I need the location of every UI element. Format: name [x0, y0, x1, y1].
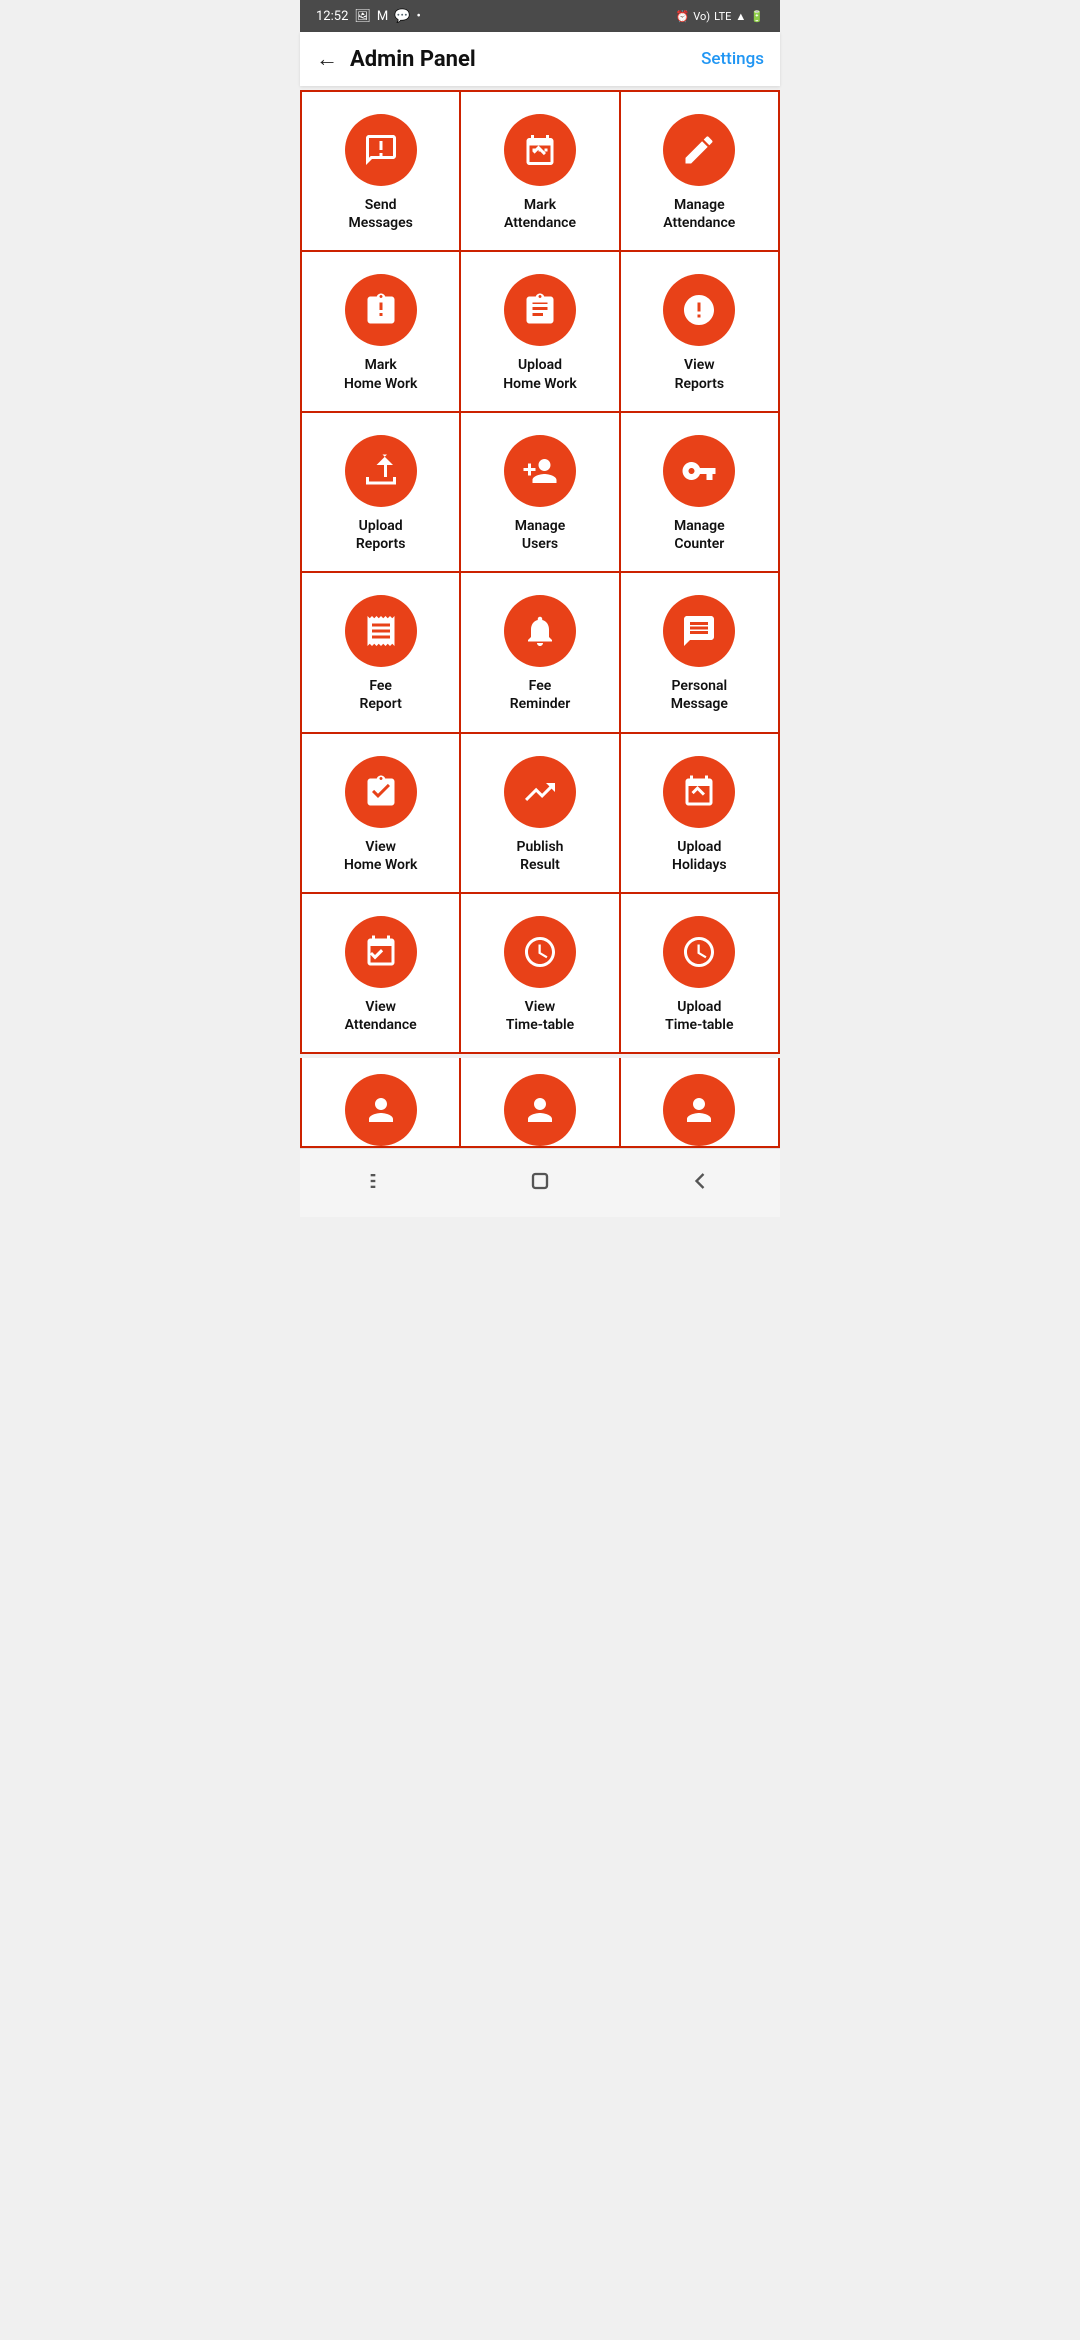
calendar-tick-icon	[345, 916, 417, 988]
grid-item-label-view-homework: View Home Work	[344, 838, 417, 874]
grid-item-label-send-messages: Send Messages	[348, 196, 412, 232]
vol-icon: Vo)	[693, 10, 710, 23]
grid-item-label-upload-homework: Upload Home Work	[503, 356, 576, 392]
pencil-icon	[663, 114, 735, 186]
chat-lines-icon	[663, 595, 735, 667]
clipboard-exclaim-icon	[345, 274, 417, 346]
partial-item-partial-2[interactable]	[461, 1058, 620, 1148]
clock-icon	[504, 916, 576, 988]
grid-item-fee-report[interactable]: Fee Report	[302, 573, 461, 733]
grid-item-mark-attendance[interactable]: Mark Attendance	[461, 92, 620, 252]
mail-icon: M	[377, 9, 388, 24]
grid-item-label-mark-attendance: Mark Attendance	[504, 196, 576, 232]
partial-item-partial-3[interactable]	[621, 1058, 780, 1148]
grid-item-view-attendance[interactable]: View Attendance	[302, 894, 461, 1054]
receipt-icon	[345, 595, 417, 667]
bell-icon	[504, 595, 576, 667]
header: ← Admin Panel Settings	[300, 32, 780, 86]
grid-item-label-upload-holidays: Upload Holidays	[672, 838, 727, 874]
grid-item-upload-holidays[interactable]: Upload Holidays	[621, 734, 780, 894]
add-person-icon	[504, 435, 576, 507]
gallery-icon: 🖼	[354, 9, 371, 24]
grid-item-label-mark-homework: Mark Home Work	[344, 356, 417, 392]
nav-home-button[interactable]	[518, 1159, 562, 1203]
grid-item-upload-reports[interactable]: Upload Reports	[302, 413, 461, 573]
grid-item-view-reports[interactable]: View Reports	[621, 252, 780, 412]
grid-item-label-fee-reminder: Fee Reminder	[510, 677, 571, 713]
alarm-icon: ⏰	[676, 10, 690, 23]
signal-icon: ▲	[735, 10, 746, 23]
key-icon	[663, 435, 735, 507]
grid-item-manage-users[interactable]: Manage Users	[461, 413, 620, 573]
grid-item-label-fee-report: Fee Report	[360, 677, 402, 713]
grid-item-label-personal-message: Personal Message	[671, 677, 728, 713]
status-right: ⏰ Vo) LTE ▲ 🔋	[676, 10, 764, 23]
grid-item-label-upload-timetable: Upload Time-table	[665, 998, 733, 1034]
status-left: 12:52 🖼 M 💬 •	[316, 9, 421, 24]
grid-item-label-manage-users: Manage Users	[515, 517, 566, 553]
grid-item-manage-attendance[interactable]: Manage Attendance	[621, 92, 780, 252]
dot-icon: •	[416, 9, 420, 24]
grid-item-publish-result[interactable]: Publish Result	[461, 734, 620, 894]
back-button[interactable]: ←	[316, 46, 338, 72]
admin-grid: Send Messages Mark Attendance Manage Atten…	[300, 90, 780, 1054]
grid-item-label-manage-attendance: Manage Attendance	[663, 196, 735, 232]
grid-item-label-upload-reports: Upload Reports	[356, 517, 406, 553]
message-icon	[345, 114, 417, 186]
grid-item-upload-timetable[interactable]: Upload Time-table	[621, 894, 780, 1054]
partial-icon-person2	[504, 1074, 576, 1146]
clipboard-checked-icon	[345, 756, 417, 828]
battery-icon: 🔋	[750, 10, 764, 23]
partial-icon-person	[345, 1074, 417, 1146]
grid-item-manage-counter[interactable]: Manage Counter	[621, 413, 780, 573]
nav-menu-button[interactable]	[358, 1159, 402, 1203]
grid-item-label-manage-counter: Manage Counter	[674, 517, 725, 553]
nav-back-button[interactable]	[678, 1159, 722, 1203]
bottom-nav	[300, 1148, 780, 1217]
calendar-check-icon	[504, 114, 576, 186]
exclaim-circle-icon	[663, 274, 735, 346]
grid-item-personal-message[interactable]: Personal Message	[621, 573, 780, 733]
grid-item-fee-reminder[interactable]: Fee Reminder	[461, 573, 620, 733]
partial-item-partial-1[interactable]	[302, 1058, 461, 1148]
clipboard-list-icon	[504, 274, 576, 346]
status-bar: 12:52 🖼 M 💬 • ⏰ Vo) LTE ▲ 🔋	[300, 0, 780, 32]
chat-icon: 💬	[394, 9, 410, 24]
grid-item-label-publish-result: Publish Result	[517, 838, 564, 874]
grid-item-label-view-reports: View Reports	[675, 356, 725, 392]
page-title: Admin Panel	[350, 47, 701, 72]
clock2-icon	[663, 916, 735, 988]
grid-item-label-view-timetable: View Time-table	[506, 998, 574, 1034]
lte-icon: LTE	[714, 10, 731, 23]
upload-arrow-icon	[345, 435, 417, 507]
grid-item-label-view-attendance: View Attendance	[345, 998, 417, 1034]
trending-up-icon	[504, 756, 576, 828]
grid-item-send-messages[interactable]: Send Messages	[302, 92, 461, 252]
grid-item-view-timetable[interactable]: View Time-table	[461, 894, 620, 1054]
grid-item-upload-homework[interactable]: Upload Home Work	[461, 252, 620, 412]
grid-item-mark-homework[interactable]: Mark Home Work	[302, 252, 461, 412]
partial-icon-person3	[663, 1074, 735, 1146]
grid-item-view-homework[interactable]: View Home Work	[302, 734, 461, 894]
time: 12:52	[316, 9, 348, 24]
settings-button[interactable]: Settings	[701, 49, 764, 69]
partial-row	[300, 1058, 780, 1148]
calendar-checked-icon	[663, 756, 735, 828]
